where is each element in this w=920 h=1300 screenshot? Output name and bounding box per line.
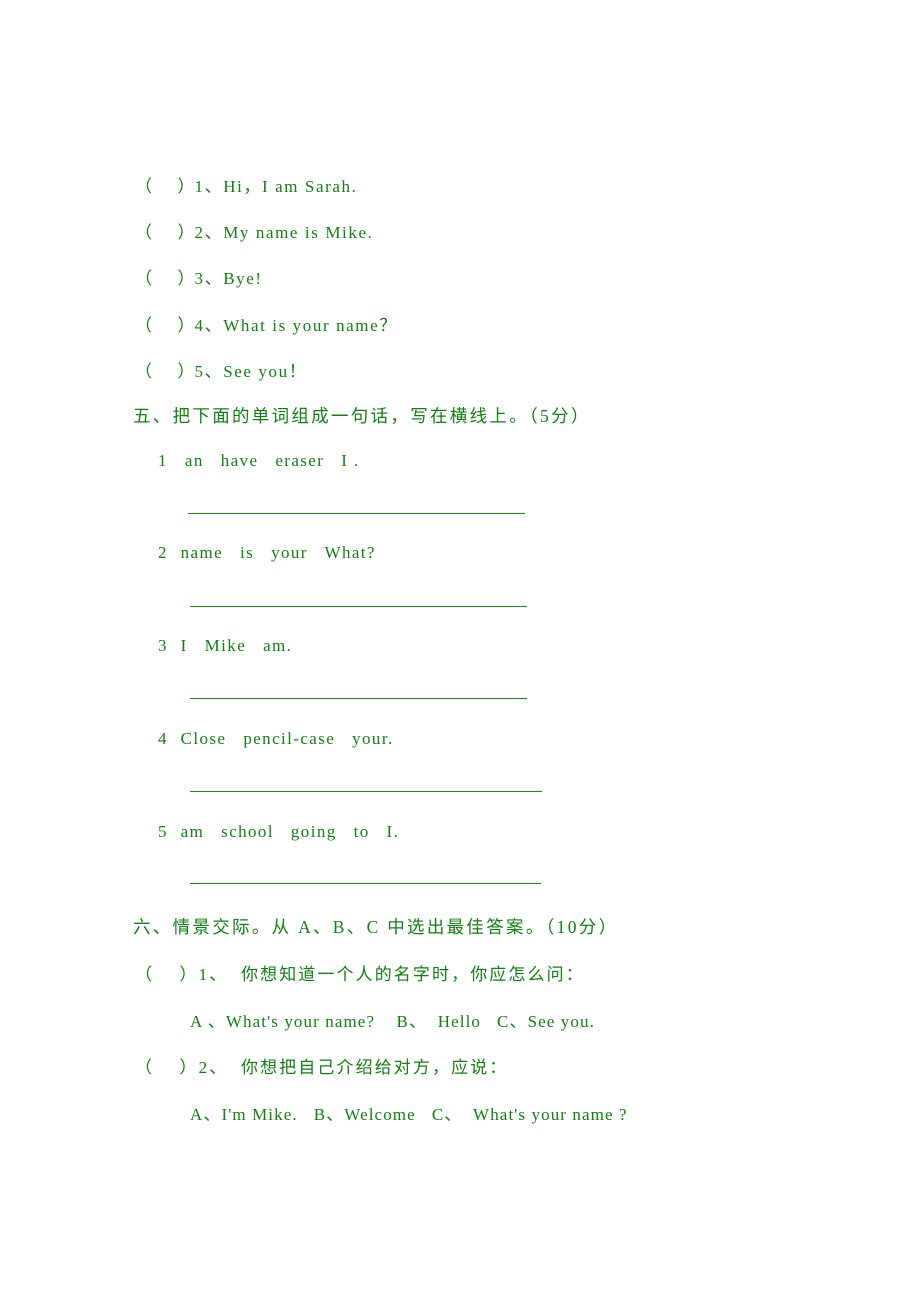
answer-line-3[interactable] <box>190 698 527 699</box>
mc-question-2: （ ）2、 你想把自己介绍给对方，应说： <box>135 1053 508 1078</box>
judge-item-2: （ ）2、My name is Mike. <box>135 218 373 243</box>
item-number: 5、 <box>194 362 224 381</box>
worksheet-page: （ ）1、Hi，I am Sarah. （ ）2、My name is Mike… <box>0 0 920 1300</box>
answer-brackets[interactable]: （ ） <box>135 223 195 242</box>
item-text: See you！ <box>223 362 308 381</box>
item-number: 1 <box>158 451 168 470</box>
answer-line-1[interactable] <box>188 513 525 514</box>
item-number: 4 <box>158 729 168 748</box>
answer-line-4[interactable] <box>190 791 542 792</box>
item-number: 2 <box>158 543 168 562</box>
answer-brackets[interactable]: （ ） <box>135 1058 199 1077</box>
scramble-item-1: 1 an have eraser I . <box>158 451 360 471</box>
item-text: What is your name？ <box>223 316 398 335</box>
answer-line-2[interactable] <box>190 606 527 607</box>
judge-item-1: （ ）1、Hi，I am Sarah. <box>135 172 358 197</box>
item-text: Bye! <box>223 269 263 288</box>
item-number: 2、 <box>198 1058 229 1077</box>
scramble-item-2: 2 name is your What? <box>158 543 376 563</box>
answer-line-5[interactable] <box>190 883 541 884</box>
item-words: Close pencil-case your. <box>180 729 394 748</box>
mc-options-1[interactable]: A 、What's your name? B、 Hello C、See you. <box>190 1007 595 1032</box>
judge-item-4: （ ）4、What is your name？ <box>135 311 398 336</box>
question-prompt: 你想知道一个人的名字时，你应怎么问： <box>228 965 585 984</box>
mc-options-2[interactable]: A、I'm Mike. B、Welcome C、 What's your nam… <box>190 1100 628 1125</box>
scramble-item-3: 3 I Mike am. <box>158 636 292 656</box>
mc-question-1: （ ）1、 你想知道一个人的名字时，你应怎么问： <box>135 960 585 985</box>
item-number: 1、 <box>194 177 224 196</box>
item-text: My name is Mike. <box>223 223 374 242</box>
item-words: am school going to I. <box>180 822 400 841</box>
item-number: 3、 <box>194 269 224 288</box>
item-number: 5 <box>158 822 168 841</box>
item-words: I Mike am. <box>180 636 293 655</box>
section-five-heading: 五、把下面的单词组成一句话，写在横线上。（5分） <box>133 406 591 426</box>
section-six-heading: 六、情景交际。从 A、B、C 中选出最佳答案。（10分） <box>133 917 619 937</box>
answer-brackets[interactable]: （ ） <box>135 177 195 196</box>
judge-item-5: （ ）5、See you！ <box>135 357 307 382</box>
answer-brackets[interactable]: （ ） <box>135 269 195 288</box>
item-words: an have eraser I . <box>184 451 360 470</box>
answer-brackets[interactable]: （ ） <box>135 362 195 381</box>
item-number: 4、 <box>194 316 224 335</box>
scramble-item-4: 4 Close pencil-case your. <box>158 729 394 749</box>
item-number: 2、 <box>194 223 224 242</box>
scramble-item-5: 5 am school going to I. <box>158 822 399 842</box>
judge-item-3: （ ）3、Bye! <box>135 264 263 289</box>
item-number: 3 <box>158 636 168 655</box>
item-number: 1、 <box>198 965 229 984</box>
question-prompt: 你想把自己介绍给对方，应说： <box>228 1058 509 1077</box>
item-words: name is your What? <box>180 543 376 562</box>
answer-brackets[interactable]: （ ） <box>135 965 199 984</box>
answer-brackets[interactable]: （ ） <box>135 316 195 335</box>
item-text: Hi，I am Sarah. <box>223 177 358 196</box>
